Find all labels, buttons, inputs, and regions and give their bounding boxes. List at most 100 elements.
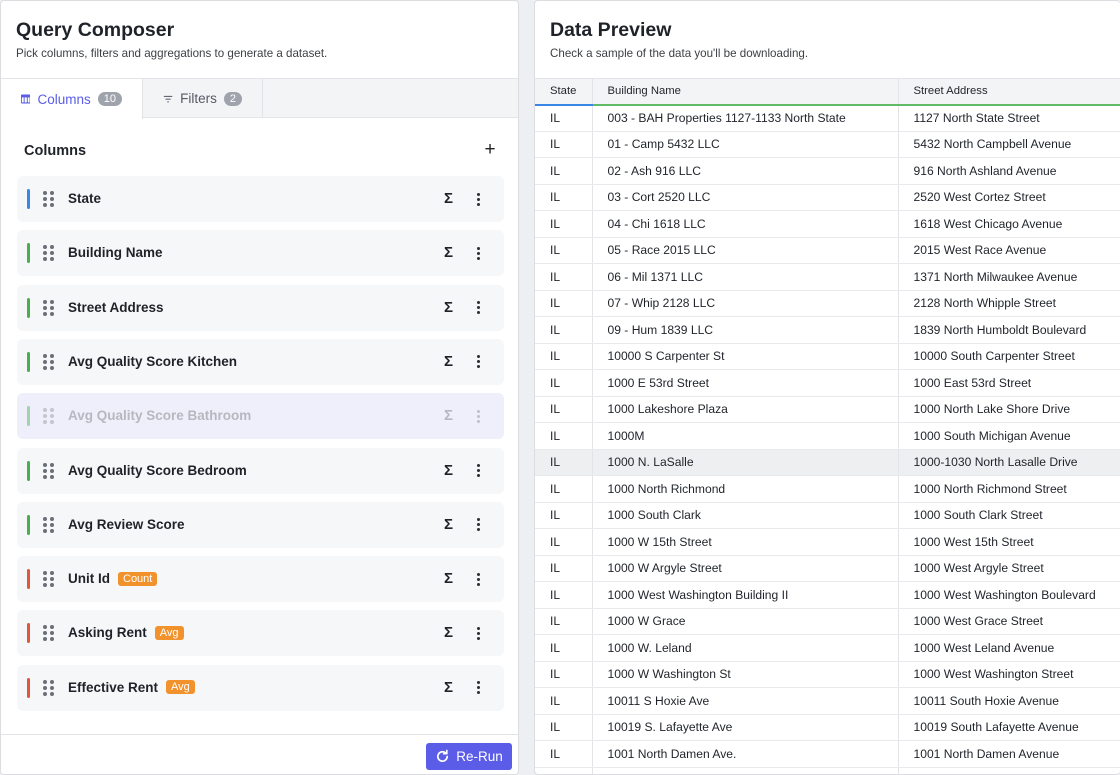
sigma-aggregate-icon[interactable]: Σ	[444, 353, 453, 370]
drag-handle-icon[interactable]	[43, 571, 55, 588]
sigma-aggregate-icon[interactable]: Σ	[444, 570, 453, 587]
drag-handle-icon[interactable]	[43, 191, 55, 207]
table-row[interactable]: IL 10011 S Hoxie Ave 10011 South Hoxie Ave…	[535, 687, 1120, 715]
sigma-aggregate-icon[interactable]: Σ	[444, 624, 453, 641]
cell-street-address: 5432 North Campbell Avenue	[898, 131, 1120, 158]
sigma-aggregate-icon[interactable]: Σ	[444, 516, 453, 533]
drag-handle-icon[interactable]	[43, 625, 55, 642]
table-row[interactable]: IL 1001 North Damen Ave. 1001 North Damen …	[535, 740, 1120, 768]
table-row[interactable]: IL 1000 West Washington Building II 1000 W…	[535, 581, 1120, 609]
table-row[interactable]: IL 09 - Hum 1839 LLC 1839 North Humboldt B…	[535, 316, 1120, 344]
cell-street-address: 2015 West Race Avenue	[898, 237, 1120, 264]
table-row[interactable]: IL 03 - Cort 2520 LLC 2520 West Cortez Str…	[535, 184, 1120, 211]
column-label: State	[68, 191, 101, 206]
table-row[interactable]: IL 07 - Whip 2128 LLC 2128 North Whipple S…	[535, 290, 1120, 317]
table-row[interactable]: IL 1000 N. LaSalle 1000-1030 North Lasalle…	[535, 449, 1120, 476]
table-row[interactable]: IL 1000 W. Leland 1000 West Leland Avenue	[535, 634, 1120, 662]
header-state[interactable]: State	[535, 78, 593, 106]
table-row[interactable]: IL 10019 S. Lafayette Ave 10019 South Lafa…	[535, 714, 1120, 741]
preview-table-scroll[interactable]: State Building Name Street Address IL 003…	[535, 78, 1120, 774]
sigma-aggregate-icon[interactable]: Σ	[444, 462, 453, 479]
drag-handle-icon[interactable]	[43, 679, 55, 696]
drag-handle-icon[interactable]	[43, 516, 55, 533]
table-row[interactable]: IL 1000 South Clark 1000 South Clark Stree…	[535, 502, 1120, 529]
drag-handle-icon[interactable]	[43, 462, 55, 479]
more-options-icon[interactable]	[472, 352, 484, 372]
cell-state: IL	[535, 581, 593, 609]
cell-building-name: 1000 W. Leland	[592, 634, 899, 662]
sigma-aggregate-icon[interactable]: Σ	[444, 244, 453, 261]
drag-handle-icon[interactable]	[43, 299, 55, 316]
column-item[interactable]: Unit Id Count Σ	[17, 556, 504, 603]
more-options-icon[interactable]	[472, 298, 484, 318]
column-item[interactable]: Avg Quality Score Kitchen Σ	[17, 338, 504, 385]
cell-state: IL	[535, 767, 593, 774]
cell-building-name: 1000 North Richmond	[592, 475, 899, 503]
cell-street-address: 1839 North Humboldt Boulevard	[898, 316, 1120, 344]
cell-building-name: 1000 W 15th Street	[592, 528, 899, 556]
sigma-aggregate-icon[interactable]: Σ	[444, 407, 453, 424]
cell-street-address: 1000 West Leland Avenue	[898, 634, 1120, 662]
cell-state: IL	[535, 369, 593, 397]
table-row[interactable]: IL 1000 W Washington St 1000 West Washingt…	[535, 661, 1120, 688]
cell-state: IL	[535, 661, 593, 688]
drag-handle-icon[interactable]	[43, 408, 55, 425]
column-color-indicator	[27, 243, 30, 264]
table-row[interactable]: IL 10000 S Carpenter St 10000 South Carpen…	[535, 343, 1120, 370]
tab-filters[interactable]: Filters 2	[143, 79, 263, 118]
table-row[interactable]: IL 1000 W 15th Street 1000 West 15th Stree…	[535, 528, 1120, 556]
column-name: Unit Id	[68, 571, 110, 587]
table-row[interactable]: IL 1000 North Richmond 1000 North Richmond…	[535, 475, 1120, 503]
more-options-icon[interactable]	[472, 623, 484, 643]
cell-street-address: 916 North Ashland Avenue	[898, 157, 1120, 185]
cell-street-address: 1000 West Washington Street	[898, 661, 1120, 688]
cell-state: IL	[535, 237, 593, 264]
column-item[interactable]: Building Name Σ	[17, 230, 504, 277]
table-row[interactable]: IL 02 - Ash 916 LLC 916 North Ashland Aven…	[535, 157, 1120, 185]
table-row[interactable]: IL 1000 E 53rd Street 1000 East 53rd Stree…	[535, 369, 1120, 397]
aggregation-badge: Count	[118, 571, 158, 586]
add-column-button[interactable]: +	[481, 140, 499, 160]
header-street-address[interactable]: Street Address	[898, 78, 1120, 106]
more-options-icon[interactable]	[472, 189, 484, 209]
more-options-icon[interactable]	[472, 678, 484, 698]
column-item[interactable]: Avg Quality Score Bedroom Σ	[17, 447, 504, 494]
table-row[interactable]: IL 06 - Mil 1371 LLC 1371 North Milwaukee …	[535, 263, 1120, 291]
table-row[interactable]: IL 003 - BAH Properties 1127-1133 North S…	[535, 104, 1120, 132]
drag-handle-icon[interactable]	[43, 245, 55, 262]
more-options-icon[interactable]	[472, 243, 484, 263]
cell-state: IL	[535, 555, 593, 582]
more-options-icon[interactable]	[472, 406, 484, 426]
table-row[interactable]: IL 04 - Chi 1618 LLC 1618 West Chicago Ave…	[535, 210, 1120, 238]
drag-handle-icon[interactable]	[43, 353, 55, 370]
cell-building-name: 1000 West Washington Building II	[592, 581, 899, 609]
column-item[interactable]: Asking Rent Avg Σ	[17, 610, 504, 657]
preview-table: State Building Name Street Address IL 003…	[535, 78, 1120, 774]
table-row[interactable]: IL 1000 W Grace 1000 West Grace Street	[535, 608, 1120, 635]
cell-street-address: 1000 West 15th Street	[898, 528, 1120, 556]
column-item[interactable]: State Σ	[17, 176, 504, 222]
tab-columns[interactable]: Columns 10	[1, 79, 143, 119]
column-label: Avg Quality Score Bathroom	[68, 408, 251, 423]
column-item[interactable]: Avg Review Score Σ	[17, 501, 504, 548]
cell-state: IL	[535, 608, 593, 635]
column-item[interactable]: Effective Rent Avg Σ	[17, 664, 504, 711]
sigma-aggregate-icon[interactable]: Σ	[444, 190, 453, 207]
more-options-icon[interactable]	[472, 461, 484, 481]
table-row[interactable]: IL1001 N Richmond St1001 North Richmond …	[535, 767, 1120, 774]
rerun-button[interactable]: Re-Run	[426, 743, 512, 770]
filter-icon	[163, 95, 173, 102]
cell-state: IL	[535, 687, 593, 715]
sigma-aggregate-icon[interactable]: Σ	[444, 299, 453, 316]
more-options-icon[interactable]	[472, 515, 484, 535]
table-row[interactable]: IL 1000 Lakeshore Plaza 1000 North Lake Sh…	[535, 396, 1120, 423]
table-row[interactable]: IL 01 - Camp 5432 LLC 5432 North Campbell …	[535, 131, 1120, 158]
header-building-name[interactable]: Building Name	[592, 78, 899, 106]
more-options-icon[interactable]	[472, 569, 484, 589]
column-item[interactable]: Street Address Σ	[17, 284, 504, 331]
table-row[interactable]: IL 05 - Race 2015 LLC 2015 West Race Avenu…	[535, 237, 1120, 264]
table-row[interactable]: IL 1000 W Argyle Street 1000 West Argyle S…	[535, 555, 1120, 582]
table-row[interactable]: IL 1000M 1000 South Michigan Avenue	[535, 422, 1120, 450]
column-item[interactable]: Avg Quality Score Bathroom Σ	[17, 393, 504, 440]
sigma-aggregate-icon[interactable]: Σ	[444, 679, 453, 696]
